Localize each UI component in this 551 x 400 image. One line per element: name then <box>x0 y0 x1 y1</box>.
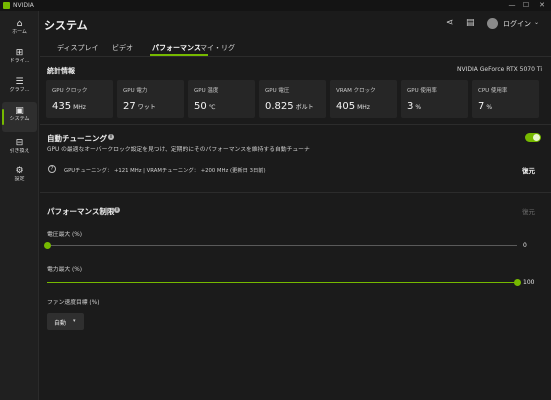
active-tab-indicator <box>150 54 208 56</box>
gift-icon: ⊟ <box>15 138 24 148</box>
sidebar-item-redeem[interactable]: ⊟ 引き換え <box>2 134 37 164</box>
stat-value: 7% <box>478 101 493 112</box>
app-title: NVIDIA <box>13 2 34 9</box>
tuning-result-text: GPUチューニング： +121 MHz | VRAMチューニング： +200 M… <box>64 168 266 174</box>
close-button[interactable]: ✕ <box>535 0 549 11</box>
chevron-down-icon[interactable]: ⌄ <box>534 19 539 26</box>
fan-speed-dropdown[interactable]: 自動 ▾ <box>47 313 84 330</box>
auto-tuning-title: 自動チューニング <box>47 134 107 143</box>
sidebar-item-label: システム <box>9 116 30 122</box>
sidebar: ⌂ ホーム ⊞ ドライ... ☰ グラフ... ▣ システム ⊟ 引き換え ⚙ … <box>0 11 39 400</box>
driver-icon: ⊞ <box>15 48 24 58</box>
sidebar-item-label: 設定 <box>14 176 25 182</box>
feedback-icon[interactable]: ▤ <box>466 18 475 28</box>
stats-title: 統計情報 <box>47 67 75 75</box>
sidebar-item-system[interactable]: ▣ システム <box>2 102 37 132</box>
stat-card-gpu-temp: GPU 温度 50 ℃ <box>188 80 255 118</box>
share-icon[interactable]: ⋖ <box>446 18 454 28</box>
sidebar-item-label: 引き換え <box>9 148 30 154</box>
stat-value: 3% <box>407 101 422 112</box>
voltage-max-label: 電圧最大 (%) <box>47 232 83 238</box>
stat-card-gpu-clock: GPU クロック 435 MHz <box>46 80 113 118</box>
stat-card-cpu-usage: CPU 使用率 7% <box>472 80 539 118</box>
stat-card-gpu-voltage: GPU 電圧 0.825 ボルト <box>259 80 326 118</box>
power-max-slider[interactable] <box>47 279 521 286</box>
tab-performance[interactable]: パフォーマンス <box>152 43 201 53</box>
stat-value: 50 ℃ <box>194 101 216 112</box>
help-icon[interactable]: ? <box>48 165 56 173</box>
sidebar-item-settings[interactable]: ⚙ 設定 <box>2 162 37 192</box>
voltage-max-value: 0 <box>523 242 527 249</box>
stat-label: VRAM クロック <box>336 88 376 94</box>
stat-value: 435 MHz <box>52 101 86 112</box>
divider <box>40 192 551 193</box>
sidebar-item-label: ホーム <box>12 29 27 35</box>
stat-label: GPU 使用率 <box>407 88 437 94</box>
stat-value: 27 ワット <box>123 101 156 112</box>
gear-icon: ⚙ <box>15 166 24 176</box>
tab-bar: ディスプレイ ビデオ パフォーマンス マイ・リグ <box>40 37 551 57</box>
tab-display[interactable]: ディスプレイ <box>57 43 99 53</box>
sidebar-item-graphics[interactable]: ☰ グラフ... <box>2 73 37 103</box>
graphics-sliders-icon: ☰ <box>15 77 24 87</box>
gpu-name: NVIDIA GeForce RTX 5070 Ti <box>457 66 542 73</box>
power-max-label: 電力最大 (%) <box>47 267 83 273</box>
nvidia-logo-icon <box>3 2 10 9</box>
stat-card-vram-clock: VRAM クロック 405 MHz <box>330 80 397 118</box>
page-title: システム <box>44 19 88 32</box>
header: システム ⋖ ▤ ログイン ⌄ <box>40 11 551 36</box>
sidebar-item-label: ドライ... <box>9 58 30 64</box>
stat-label: CPU 使用率 <box>478 88 508 94</box>
info-icon[interactable]: i <box>114 207 120 213</box>
sidebar-item-drivers[interactable]: ⊞ ドライ... <box>2 44 37 74</box>
stat-card-gpu-power: GPU 電力 27 ワット <box>117 80 184 118</box>
restore-tuning-button[interactable]: 復元 <box>522 165 535 175</box>
stat-label: GPU 電力 <box>123 88 148 94</box>
tab-my-rig[interactable]: マイ・リグ <box>200 43 235 53</box>
avatar[interactable] <box>487 18 498 29</box>
stat-label: GPU 温度 <box>194 88 219 94</box>
power-max-value: 100 <box>523 279 535 286</box>
stat-card-gpu-usage: GPU 使用率 3% <box>401 80 468 118</box>
stat-value: 405 MHz <box>336 101 370 112</box>
login-button[interactable]: ログイン <box>503 19 531 29</box>
stat-value: 0.825 ボルト <box>265 101 314 112</box>
fan-speed-label: ファン速度目標 (%) <box>47 300 100 306</box>
sidebar-item-home[interactable]: ⌂ ホーム <box>2 15 37 45</box>
slider-fill <box>47 282 517 283</box>
maximize-button[interactable]: ☐ <box>519 0 533 11</box>
dropdown-value: 自動 <box>54 320 67 327</box>
tab-video[interactable]: ビデオ <box>112 43 133 53</box>
auto-tuning-description: GPU の最適なオーバークロック設定を見つけ、定期的にそのパフォーマンスを維持す… <box>47 147 310 153</box>
info-icon[interactable]: i <box>108 134 114 140</box>
voltage-max-slider[interactable] <box>44 242 517 249</box>
stat-label: GPU クロック <box>52 88 88 94</box>
system-monitor-icon: ▣ <box>15 106 24 116</box>
chevron-down-icon: ▾ <box>73 318 76 324</box>
minimize-button[interactable]: — <box>505 0 519 11</box>
auto-tuning-toggle[interactable] <box>525 133 541 142</box>
restore-limits-button[interactable]: 復元 <box>522 206 535 216</box>
performance-limits-title: パフォーマンス制限 <box>47 207 115 216</box>
divider <box>40 124 551 125</box>
title-bar: NVIDIA — ☐ ✕ <box>0 0 551 11</box>
slider-thumb[interactable] <box>44 242 51 249</box>
home-icon: ⌂ <box>16 19 23 29</box>
stat-label: GPU 電圧 <box>265 88 290 94</box>
slider-thumb[interactable] <box>514 279 521 286</box>
tuning-result-row: ? GPUチューニング： +121 MHz | VRAMチューニング： +200… <box>40 158 545 180</box>
sidebar-item-label: グラフ... <box>9 87 30 93</box>
